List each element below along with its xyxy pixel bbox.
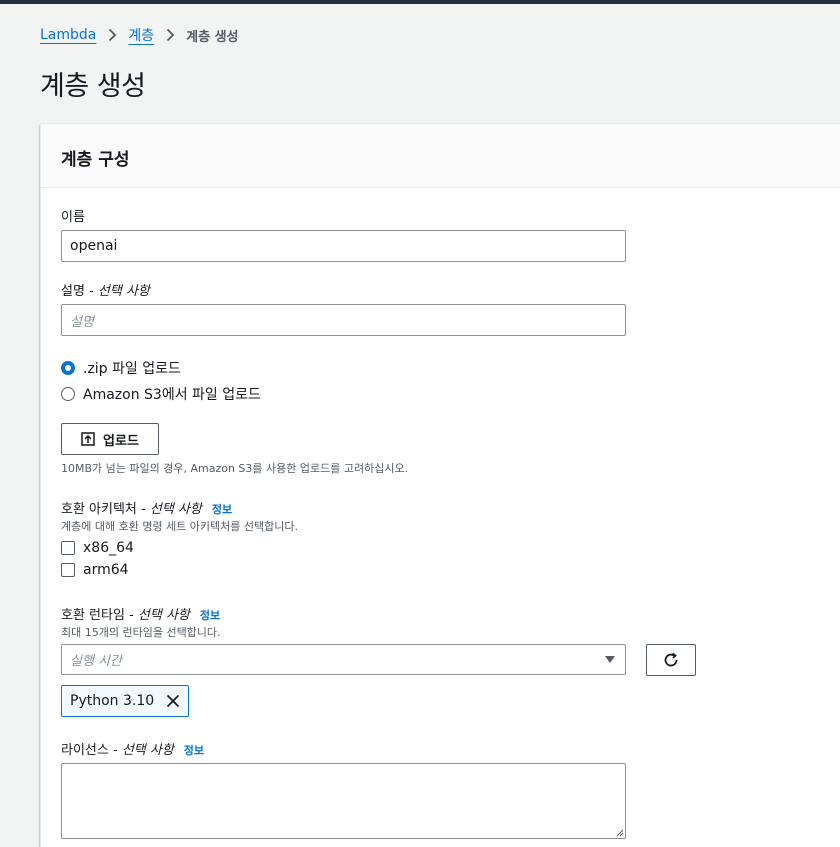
panel-header: 계층 구성 xyxy=(41,124,840,188)
runtime-token: Python 3.10 xyxy=(61,685,190,717)
radio-s3-label: Amazon S3에서 파일 업로드 xyxy=(83,387,261,403)
layer-config-panel: 계층 구성 이름 openai 설명 - 선택 사항 설명 .zip 파일 업로… xyxy=(40,123,840,847)
refresh-button[interactable] xyxy=(646,644,696,676)
runtime-hint: 최대 15개의 런타임을 선택합니다. xyxy=(61,626,221,639)
runtime-optional: 선택 사항 xyxy=(137,608,190,623)
close-icon[interactable] xyxy=(166,694,180,708)
runtime-token-label: Python 3.10 xyxy=(70,693,155,709)
license-info-link[interactable]: 정보 xyxy=(184,744,204,757)
runtime-label: 호환 런타임 - 선택 사항 정보 xyxy=(61,608,221,623)
description-input[interactable]: 설명 xyxy=(61,304,626,336)
name-label-text: 이름 xyxy=(61,210,85,225)
panel-title: 계층 구성 xyxy=(61,150,130,170)
resize-handle-icon[interactable] xyxy=(614,827,624,837)
runtime-placeholder: 실행 시간 xyxy=(70,654,122,669)
breadcrumb-lambda[interactable]: Lambda xyxy=(40,27,96,43)
top-navigation-bar xyxy=(0,0,840,4)
radio-s3-upload[interactable]: Amazon S3에서 파일 업로드 xyxy=(61,384,261,404)
description-optional: 선택 사항 xyxy=(97,284,150,299)
runtime-info-link[interactable]: 정보 xyxy=(200,609,220,622)
refresh-icon xyxy=(664,652,678,667)
name-input[interactable]: openai xyxy=(61,230,626,262)
breadcrumb-layers[interactable]: 계층 xyxy=(128,25,154,45)
description-placeholder: 설명 xyxy=(70,314,94,330)
chevron-right-icon xyxy=(96,28,128,42)
checkbox-arm64[interactable]: arm64 xyxy=(61,562,129,578)
name-input-value: openai xyxy=(70,238,118,254)
architecture-hint: 계층에 대해 호환 명령 세트 아키텍처를 선택합니다. xyxy=(61,520,298,533)
breadcrumb: Lambda 계층 계층 생성 xyxy=(40,25,239,45)
checkbox-box[interactable] xyxy=(61,541,75,555)
page-title: 계층 생성 xyxy=(40,71,146,102)
chevron-right-icon xyxy=(154,28,186,42)
architecture-info-link[interactable]: 정보 xyxy=(212,503,232,516)
description-label-text: 설명 xyxy=(61,284,85,299)
description-label: 설명 - 선택 사항 xyxy=(61,284,150,299)
license-label: 라이선스 - 선택 사항 정보 xyxy=(61,743,205,758)
radio-selected[interactable] xyxy=(61,361,75,375)
architecture-label: 호환 아키텍처 - 선택 사항 정보 xyxy=(61,502,233,517)
license-label-text: 라이선스 xyxy=(61,743,109,758)
radio-zip-label: .zip 파일 업로드 xyxy=(83,361,181,377)
checkbox-x86-64[interactable]: x86_64 xyxy=(61,540,134,556)
breadcrumb-current: 계층 생성 xyxy=(186,29,239,45)
runtime-select[interactable]: 실행 시간 xyxy=(61,644,626,675)
architecture-label-text: 호환 아키텍처 xyxy=(61,502,137,517)
architecture-optional: 선택 사항 xyxy=(149,502,202,517)
license-textarea[interactable] xyxy=(61,763,626,839)
upload-button-label: 업로드 xyxy=(103,433,139,449)
license-optional: 선택 사항 xyxy=(121,743,174,758)
upload-button[interactable]: 업로드 xyxy=(61,423,159,455)
checkbox-x86-label: x86_64 xyxy=(83,540,134,556)
caret-down-icon xyxy=(605,656,615,663)
upload-icon xyxy=(81,432,95,446)
radio-zip-upload[interactable]: .zip 파일 업로드 xyxy=(61,358,181,378)
upload-hint: 10MB가 넘는 파일의 경우, Amazon S3를 사용한 업로드를 고려하… xyxy=(61,462,409,475)
name-label: 이름 xyxy=(61,206,85,225)
radio-unselected[interactable] xyxy=(61,387,75,401)
runtime-label-text: 호환 런타임 xyxy=(61,608,125,623)
checkbox-arm-label: arm64 xyxy=(83,562,129,578)
checkbox-box[interactable] xyxy=(61,563,75,577)
